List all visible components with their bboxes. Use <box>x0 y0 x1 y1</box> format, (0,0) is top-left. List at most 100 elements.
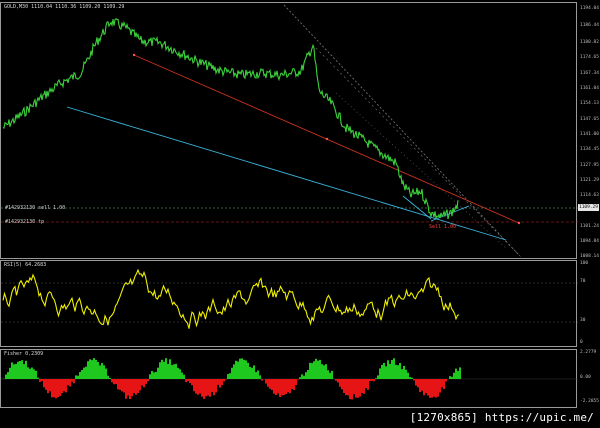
fisher-bar <box>239 358 241 379</box>
fisher-bar <box>103 365 105 379</box>
fisher-bar <box>69 379 71 387</box>
fisher-bar <box>145 379 147 384</box>
fisher-bar <box>93 358 95 379</box>
price-chart-svg[interactable] <box>1 3 578 260</box>
price-chart-pane[interactable]: GOLD,M30 1110.04 1110.36 1109.20 1109.29… <box>0 2 578 260</box>
fisher-bar <box>37 377 39 379</box>
fisher-histogram-svg[interactable] <box>1 350 578 409</box>
fisher-bar <box>45 379 47 390</box>
fisher-bar <box>23 364 25 379</box>
fisher-bar <box>399 363 401 379</box>
fisher-bar <box>77 375 79 379</box>
fisher-bar <box>219 379 221 388</box>
fisher-bar <box>261 379 263 381</box>
fisher-bar <box>375 378 377 379</box>
fisher-bar <box>133 379 135 394</box>
fisher-bar <box>291 379 293 389</box>
fisher-bar <box>183 374 185 379</box>
cyan-trendline-short[interactable] <box>402 195 432 220</box>
fisher-bar <box>451 376 453 379</box>
channel-line-upper[interactable] <box>283 4 520 256</box>
price-chart-title: GOLD,M30 1110.04 1110.36 1109.20 1109.29 <box>4 4 125 10</box>
price-axis: 1194.04 1186.44 1180.82 1174.65 1167.34 … <box>578 2 600 259</box>
fisher-bar <box>315 358 317 379</box>
red-trendline-anchor[interactable] <box>517 221 521 225</box>
fisher-bar <box>335 379 337 381</box>
fisher-bar <box>359 379 361 397</box>
channel-line-middle[interactable] <box>315 47 522 258</box>
fisher-bar <box>203 379 205 399</box>
fisher-bar <box>217 379 219 385</box>
rsi-title: RSI(5) 64.2683 <box>4 262 47 268</box>
fisher-bar <box>445 379 447 382</box>
fisher-bar <box>59 379 61 396</box>
fisher-bar <box>167 363 169 379</box>
fisher-bar <box>425 379 427 394</box>
fisher-bar <box>87 361 89 379</box>
fisher-bar <box>325 364 327 379</box>
fisher-bar <box>389 364 391 379</box>
fisher-bar <box>99 365 101 379</box>
fisher-bar <box>131 379 133 397</box>
rsi-pane[interactable]: RSI(5) 64.2683 <box>0 260 578 348</box>
price-tick: 1167.34 <box>580 71 599 76</box>
price-tick: 1088.14 <box>580 254 599 259</box>
fisher-title: Fisher 0.2309 <box>4 351 44 357</box>
fisher-bar <box>225 379 227 380</box>
cyan-trendline[interactable] <box>66 106 507 241</box>
fisher-bar <box>417 379 419 388</box>
fisher-bar <box>237 361 239 379</box>
fisher-bar <box>91 360 93 379</box>
fisher-bar <box>383 362 385 379</box>
fisher-bar <box>95 359 97 379</box>
fisher-bar <box>405 369 407 379</box>
fisher-bar <box>61 379 63 393</box>
fisher-bar <box>11 362 13 379</box>
fisher-bar <box>139 379 141 391</box>
fisher-bar <box>155 371 157 379</box>
fisher-bar <box>459 367 461 379</box>
fisher-bar <box>279 379 281 397</box>
current-price-tag: 1109.29 <box>578 204 599 211</box>
fisher-bar <box>301 374 303 379</box>
fisher-bar <box>21 360 23 379</box>
fisher-bar <box>453 372 455 379</box>
fisher-bar <box>185 379 187 383</box>
fisher-bar <box>187 379 189 381</box>
fisher-bar <box>259 375 261 379</box>
fisher-pane[interactable]: Fisher 0.2309 <box>0 349 578 409</box>
fisher-bar <box>431 379 433 398</box>
fisher-bar <box>31 367 33 379</box>
fisher-bar <box>137 379 139 393</box>
fisher-bar <box>75 375 77 379</box>
fisher-bar <box>175 363 177 379</box>
fisher-bar <box>433 379 435 397</box>
fisher-bar <box>83 367 85 379</box>
fisher-bar <box>323 365 325 379</box>
fisher-bar <box>193 379 195 392</box>
fisher-bar <box>211 379 213 392</box>
fisher-bar <box>13 364 15 379</box>
fisher-tick: -2.2855 <box>580 399 599 404</box>
red-trendline-anchor[interactable] <box>325 137 329 141</box>
fisher-bar <box>407 372 409 379</box>
fisher-bar <box>331 370 333 379</box>
fisher-bar <box>113 379 115 385</box>
channel-line-lower[interactable] <box>335 92 507 249</box>
fisher-bar <box>33 369 35 379</box>
red-trendline-anchor[interactable] <box>132 53 136 57</box>
fisher-bar <box>105 368 107 379</box>
fisher-bar <box>321 364 323 379</box>
rsi-chart-svg[interactable] <box>1 261 578 348</box>
fisher-bar <box>159 362 161 379</box>
fisher-bar <box>253 365 255 379</box>
price-tick: 1161.04 <box>580 86 599 91</box>
fisher-bar <box>409 377 411 379</box>
fisher-bar <box>107 375 109 379</box>
fisher-bar <box>421 379 423 391</box>
fisher-bar <box>235 360 237 379</box>
fisher-bar <box>97 362 99 379</box>
rsi-tick: 100 <box>580 261 589 266</box>
fisher-bar <box>257 370 259 379</box>
fisher-bar <box>127 379 129 396</box>
